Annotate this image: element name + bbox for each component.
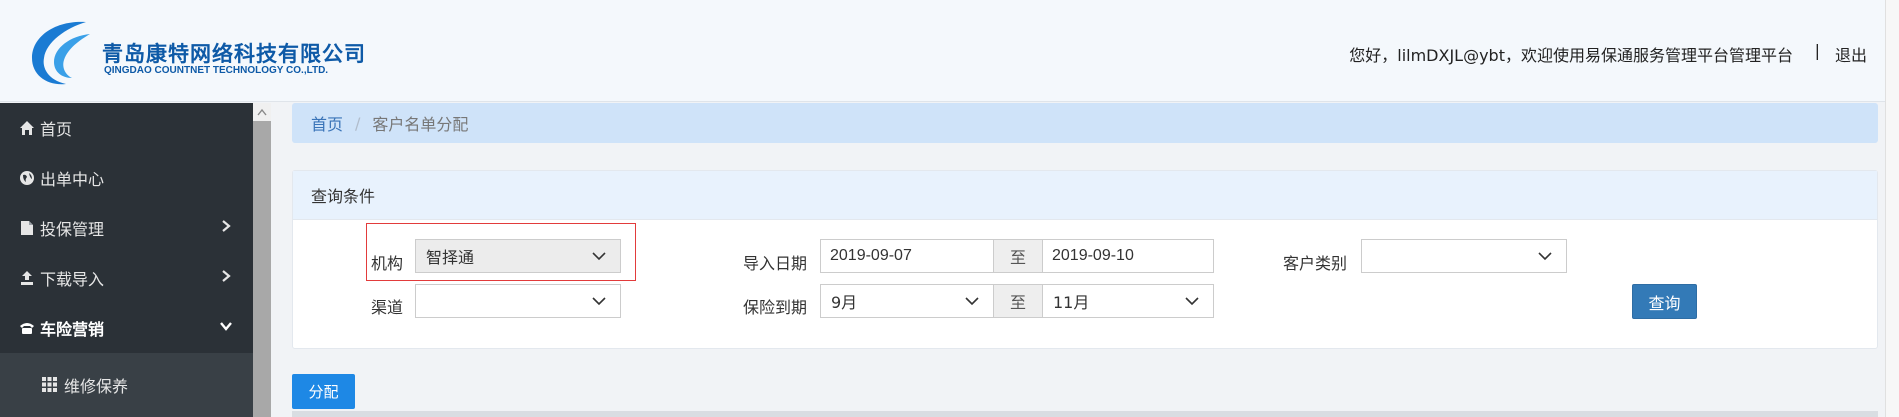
expiry-from-select[interactable]: 9月 (820, 284, 994, 318)
sidebar-item-label: 出单中心 (40, 170, 105, 189)
sidebar-item-label: 首页 (40, 120, 73, 139)
chevron-down-icon (592, 297, 606, 306)
import-date-label: 导入日期 (743, 254, 808, 273)
customer-type-label: 客户类别 (1283, 254, 1348, 273)
home-icon (18, 120, 35, 137)
org-select-value: 智择通 (426, 248, 475, 267)
expiry-from-value: 9月 (831, 293, 858, 312)
import-date-from-input[interactable]: 2019-09-07 (820, 239, 994, 273)
sidebar-item-order-center[interactable]: 出单中心 (0, 153, 253, 203)
sidebar-item-download-import[interactable]: 下载导入 (0, 253, 253, 303)
chevron-down-icon (1185, 297, 1199, 306)
chevron-right-icon (222, 220, 231, 232)
sidebar-item-label: 下载导入 (40, 270, 105, 289)
grid-icon (42, 377, 58, 393)
sidebar-subitem-label: 维修保养 (64, 377, 129, 396)
results-table-header (292, 411, 1878, 417)
import-date-to-input[interactable]: 2019-09-10 (1042, 239, 1214, 273)
sidebar-item-label: 车险营销 (40, 320, 105, 339)
import-date-to-addon: 至 (993, 239, 1043, 273)
search-button[interactable]: 查询 (1632, 284, 1697, 319)
breadcrumb-home-link[interactable]: 首页 (311, 111, 343, 135)
chevron-down-icon (965, 297, 979, 306)
company-name-en: QINGDAO COUNTNET TECHNOLOGY CO.,LTD. (104, 65, 329, 76)
channel-label: 渠道 (371, 298, 404, 317)
file-icon (18, 220, 35, 237)
header-separator: | (1814, 41, 1820, 60)
chevron-down-icon (1538, 252, 1552, 261)
chevron-down-icon (592, 252, 606, 261)
expiry-to-value: 11月 (1053, 293, 1090, 312)
breadcrumb-current: 客户名单分配 (372, 115, 469, 134)
sidebar-subitem-maintenance[interactable]: 维修保养 (0, 353, 253, 417)
logout-link[interactable]: 退出 (1835, 42, 1867, 66)
channel-select[interactable] (415, 284, 621, 318)
phone-icon (18, 320, 35, 337)
query-panel-title: 查询条件 (293, 171, 1877, 220)
expiry-to-select[interactable]: 11月 (1042, 284, 1214, 318)
chevron-right-icon (222, 270, 231, 282)
sidebar-item-label: 投保管理 (40, 220, 105, 239)
globe-icon (18, 170, 35, 187)
top-header: 青岛康特网络科技有限公司 QINGDAO COUNTNET TECHNOLOGY… (0, 0, 1899, 102)
breadcrumb-separator: / (355, 113, 361, 133)
sidebar-scrollbar[interactable] (253, 103, 271, 417)
breadcrumb: 首页 / 客户名单分配 (292, 103, 1878, 143)
sidebar-item-insure-manage[interactable]: 投保管理 (0, 203, 253, 253)
expiry-to-addon: 至 (993, 284, 1043, 318)
customer-type-select[interactable] (1361, 239, 1567, 273)
assign-button[interactable]: 分配 (292, 374, 355, 409)
expiry-label: 保险到期 (743, 298, 808, 317)
sidebar: 首页 出单中心 投保管理 下载导入 车险营销 维修保养 (0, 103, 253, 417)
upload-icon (18, 270, 35, 287)
welcome-text: 您好，lilmDXJL@ybt，欢迎使用易保通服务管理平台管理平台 (1349, 46, 1793, 65)
company-name-cn: 青岛康特网络科技有限公司 (102, 42, 366, 66)
sidebar-item-auto-marketing[interactable]: 车险营销 (0, 303, 253, 353)
chevron-down-icon (220, 322, 232, 331)
sidebar-item-home[interactable]: 首页 (0, 103, 253, 153)
org-select[interactable]: 智择通 (415, 239, 621, 273)
org-label: 机构 (371, 254, 404, 273)
page-scrollbar[interactable] (1885, 0, 1899, 417)
company-logo-icon (32, 21, 90, 85)
scroll-up-icon[interactable] (253, 103, 271, 121)
